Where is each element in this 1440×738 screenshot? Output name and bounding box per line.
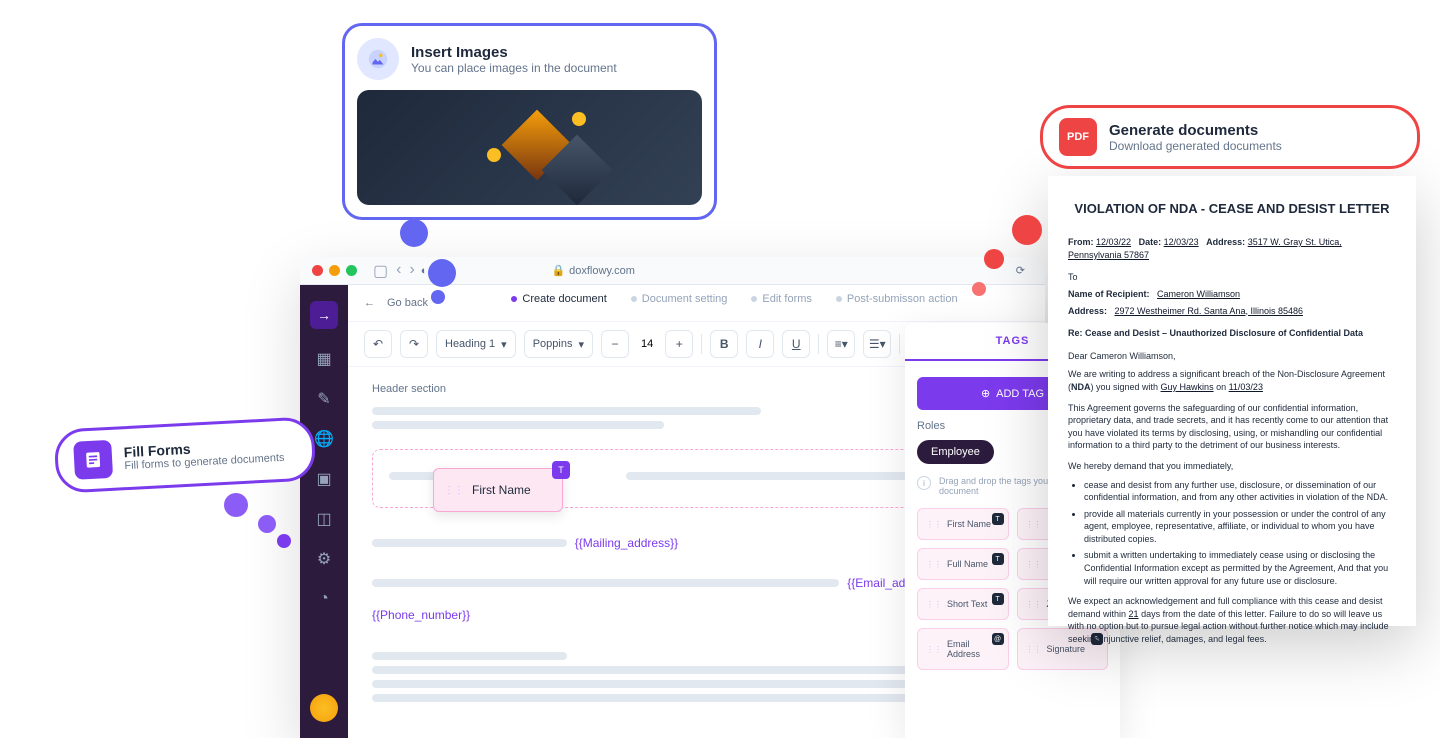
placeholder-line <box>372 421 664 429</box>
reload-icon[interactable]: ⟳ <box>1016 264 1025 277</box>
nav-forward-icon[interactable]: › <box>409 261 414 281</box>
deco-dot <box>400 219 428 247</box>
tab-document-setting[interactable]: Document setting <box>631 293 728 305</box>
deco-dot <box>277 534 291 548</box>
deco-dot <box>224 493 248 517</box>
text-badge-icon: T <box>552 461 570 479</box>
pdf-icon: PDF <box>1059 118 1097 156</box>
doc-title: VIOLATION OF NDA - CEASE AND DESIST LETT… <box>1068 200 1396 218</box>
generate-title: Generate documents <box>1109 122 1282 139</box>
image-icon <box>357 38 399 80</box>
font-select[interactable]: Poppins ▾ <box>524 330 593 358</box>
box-icon[interactable]: ◫ <box>314 509 334 529</box>
url-text: doxflowy.com <box>569 265 635 277</box>
back-arrow-icon[interactable]: ← <box>364 297 375 309</box>
address-bar[interactable]: ◐ 🔒 doxflowy.com ⟳ <box>421 264 1033 277</box>
folder-icon[interactable]: ▣ <box>314 469 334 489</box>
tag-short-text[interactable]: ⋮⋮Short TextT <box>917 588 1009 620</box>
dragged-tag-first-name[interactable]: ⋮⋮ First Name T <box>433 468 563 512</box>
align-button[interactable]: ≡▾ <box>827 330 855 358</box>
pen-icon[interactable]: ✎ <box>314 389 334 409</box>
deco-dot <box>428 259 456 287</box>
window-minimize[interactable] <box>329 265 340 276</box>
font-increase[interactable]: + <box>665 330 693 358</box>
generate-documents-callout: PDF Generate documents Download generate… <box>1040 105 1420 169</box>
list-button[interactable]: ☰▾ <box>863 330 891 358</box>
deco-dot <box>984 249 1004 269</box>
document-preview: VIOLATION OF NDA - CEASE AND DESIST LETT… <box>1048 176 1416 626</box>
font-decrease[interactable]: − <box>601 330 629 358</box>
placeholder-line <box>372 407 761 415</box>
role-chip-employee[interactable]: Employee <box>917 440 994 464</box>
tab-post-submission[interactable]: Post-submisson action <box>836 293 958 305</box>
info-icon: i <box>917 476 931 490</box>
tag-email-address[interactable]: ⋮⋮Email Address@ <box>917 628 1009 670</box>
deco-dot <box>972 282 986 296</box>
deco-dot <box>258 515 276 533</box>
window-maximize[interactable] <box>346 265 357 276</box>
avatar[interactable] <box>310 694 338 722</box>
insert-preview-image <box>357 90 702 205</box>
insert-subtitle: You can place images in the document <box>411 61 617 75</box>
redo-button[interactable]: ↷ <box>400 330 428 358</box>
go-back-link[interactable]: Go back <box>387 297 428 309</box>
heading-select[interactable]: Heading 1 ▾ <box>436 330 516 358</box>
grid-icon[interactable]: ▦ <box>314 349 334 369</box>
gear-icon[interactable]: ⚙ <box>314 549 334 569</box>
plus-icon: ⊕ <box>981 387 990 400</box>
tag-full-name[interactable]: ⋮⋮Full NameT <box>917 548 1009 580</box>
insert-title: Insert Images <box>411 44 617 61</box>
tab-edit-forms[interactable]: Edit forms <box>751 293 812 305</box>
shield-icon: ◐ <box>421 265 428 277</box>
chevron-down-icon: ▾ <box>501 338 507 351</box>
var-mailing-address: {{Mailing_address}} <box>575 536 678 550</box>
chevron-down-icon: ▾ <box>578 338 584 351</box>
tab-create-document[interactable]: Create document <box>511 293 606 305</box>
fill-forms-callout: Fill Forms Fill forms to generate docume… <box>54 416 317 494</box>
globe-icon[interactable]: 🌐 <box>314 429 334 449</box>
browser-chrome: ▢ ‹ › ◐ 🔒 doxflowy.com ⟳ <box>300 257 1045 285</box>
insert-images-callout: Insert Images You can place images in th… <box>342 23 717 220</box>
window-close[interactable] <box>312 265 323 276</box>
form-icon <box>73 440 113 480</box>
font-size: 14 <box>637 338 657 350</box>
deco-dot <box>1012 215 1042 245</box>
generate-subtitle: Download generated documents <box>1109 139 1282 153</box>
bold-button[interactable]: B <box>710 330 738 358</box>
help-icon[interactable]: ◔ <box>314 589 334 609</box>
drag-handle-icon: ⋮⋮ <box>444 485 464 496</box>
undo-button[interactable]: ↶ <box>364 330 392 358</box>
sidebar-toggle-icon[interactable]: ▢ <box>373 261 388 281</box>
placeholder-line <box>372 694 924 702</box>
app-sidebar: → ▦ ✎ 🌐 ▣ ◫ ⚙ ◔ <box>300 285 348 738</box>
placeholder-line <box>372 652 567 660</box>
deco-dot <box>431 290 445 304</box>
italic-button[interactable]: I <box>746 330 774 358</box>
underline-button[interactable]: U <box>782 330 810 358</box>
tag-first-name[interactable]: ⋮⋮First NameT <box>917 508 1009 540</box>
nav-back-icon[interactable]: ‹ <box>396 261 401 281</box>
sidebar-expand[interactable]: → <box>310 301 338 329</box>
